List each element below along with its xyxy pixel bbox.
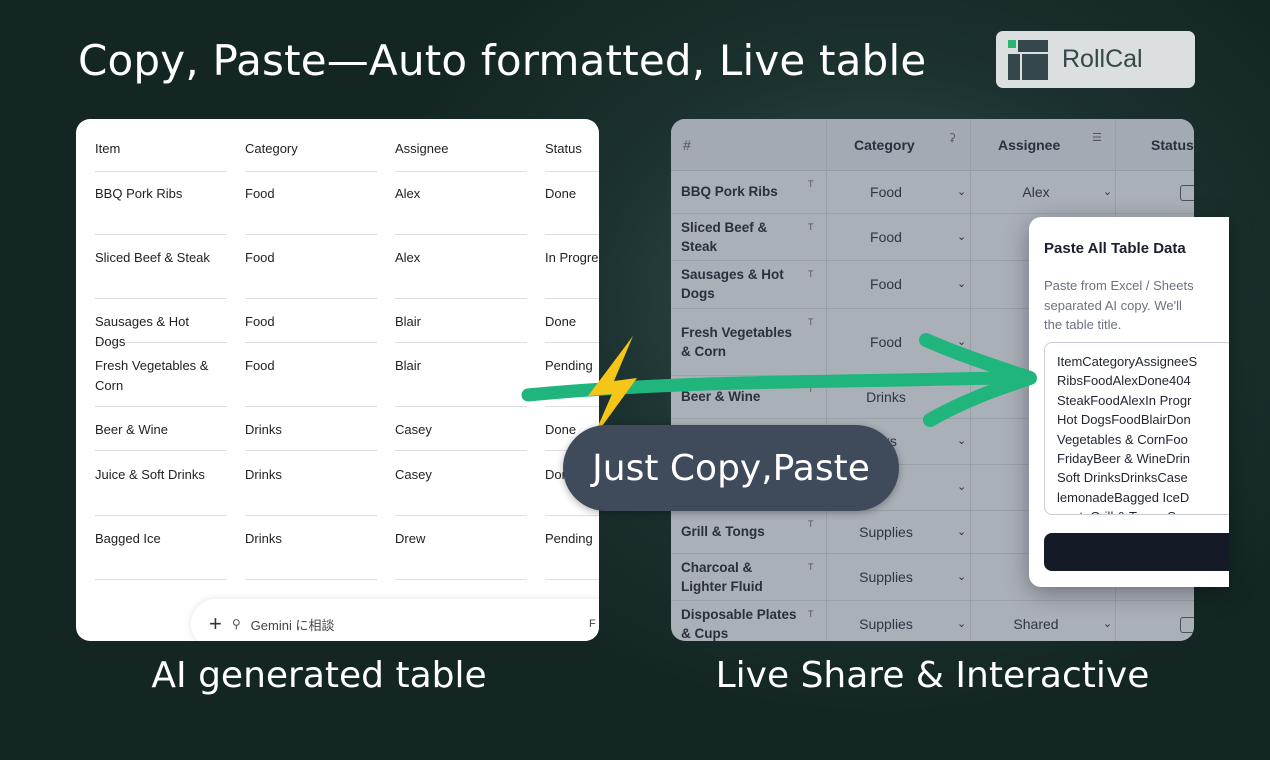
right-caption: Live Share & Interactive	[715, 655, 1150, 696]
just-copy-paste-pill: Just Copy,Paste	[563, 425, 899, 511]
paste-arrow-graphic	[521, 333, 1037, 440]
left-caption: AI generated table	[151, 655, 487, 696]
